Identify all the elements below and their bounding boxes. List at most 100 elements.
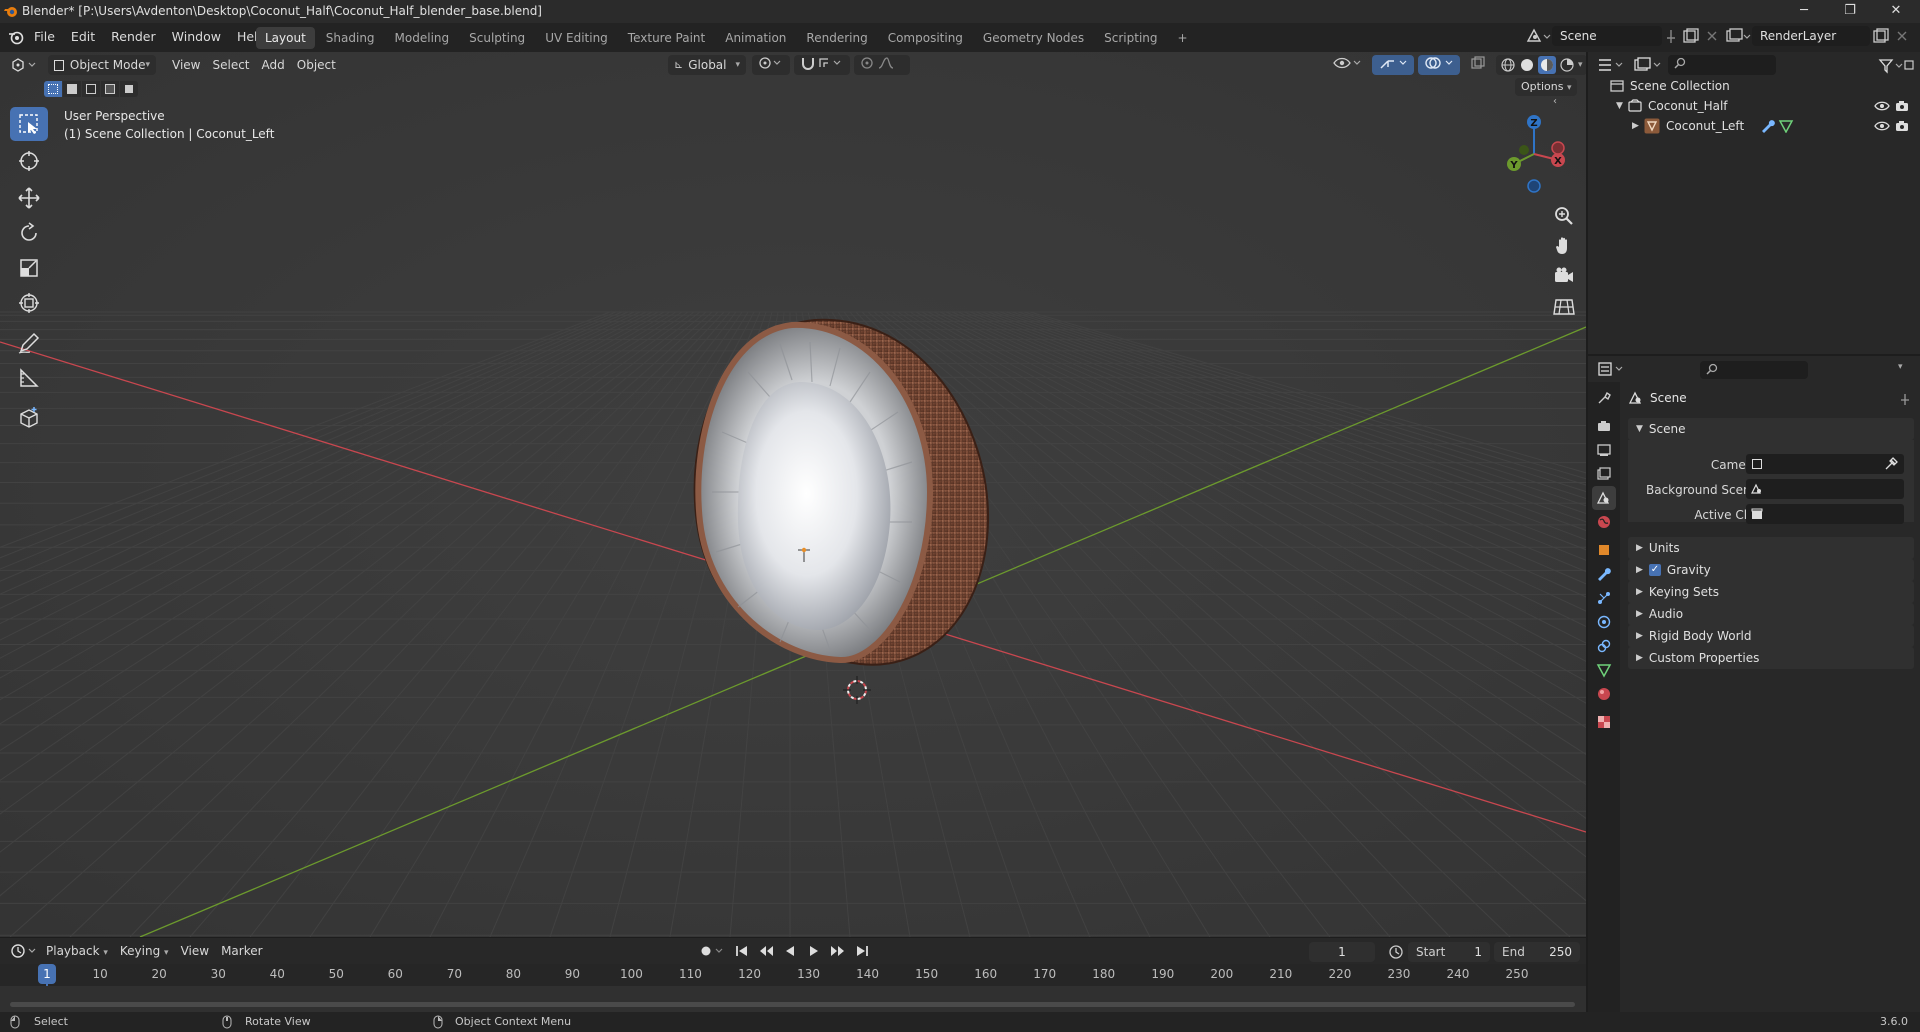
tool-add-cube[interactable] — [10, 401, 48, 435]
outliner-row-coconut-left[interactable]: ▶ Coconut_Left — [1588, 116, 1920, 136]
tab-texture[interactable] — [1592, 710, 1616, 734]
menu-window[interactable]: Window — [164, 26, 229, 48]
tool-select-box[interactable] — [10, 107, 48, 141]
select-invert-button[interactable] — [101, 81, 119, 97]
expand-arrow-icon[interactable]: ▼ — [1616, 101, 1628, 111]
jump-to-keyframe-forward-icon[interactable] — [830, 943, 846, 959]
solid-shading-icon[interactable] — [1519, 57, 1535, 73]
perspective-toggle-icon[interactable] — [1552, 294, 1576, 318]
scene-icon[interactable] — [1524, 26, 1552, 46]
chevron-down-icon[interactable]: ▾ — [1578, 60, 1583, 70]
tool-scale[interactable] — [10, 251, 48, 285]
tab-constraints[interactable] — [1592, 634, 1616, 658]
3d-viewport[interactable]: Object Mode ▾ View Select Add Object ⊾ G… — [0, 52, 1586, 937]
auto-keying-record-icon[interactable] — [698, 943, 726, 959]
pivot-point-button[interactable] — [752, 55, 790, 75]
gizmo-neg-x[interactable] — [1551, 141, 1565, 155]
timeline-menu-playback[interactable]: Playback ▾ — [40, 941, 114, 961]
panel-scene-header[interactable]: ▼ Scene — [1628, 418, 1914, 440]
tab-object[interactable] — [1592, 538, 1616, 562]
viewport-scene[interactable] — [0, 52, 1586, 937]
eyedropper-icon[interactable] — [1884, 457, 1898, 471]
panel-custom-properties-header[interactable]: ▶ Custom Properties — [1628, 647, 1914, 669]
tab-rendering[interactable]: Rendering — [797, 27, 876, 49]
tab-output[interactable] — [1592, 438, 1616, 462]
timeline-menu-keying[interactable]: Keying ▾ — [114, 941, 175, 961]
tab-layout[interactable]: Layout — [256, 27, 315, 49]
timeline-menu-marker[interactable]: Marker — [215, 941, 268, 961]
timeline-menu-view[interactable]: View — [175, 941, 215, 961]
tab-uv-editing[interactable]: UV Editing — [536, 27, 617, 49]
render-camera-icon[interactable] — [1894, 99, 1910, 113]
tab-modifiers[interactable] — [1592, 562, 1616, 586]
tab-geometry-nodes[interactable]: Geometry Nodes — [974, 27, 1093, 49]
add-workspace-button[interactable]: + — [1169, 27, 1197, 49]
editor-type-3d-icon[interactable] — [8, 55, 40, 75]
collapse-arrow-icon[interactable]: ▶ — [1632, 121, 1644, 131]
tab-animation[interactable]: Animation — [716, 27, 795, 49]
current-frame-field[interactable]: 1 — [1309, 942, 1375, 962]
panel-audio-header[interactable]: ▶ Audio — [1628, 603, 1914, 625]
outliner-editor-type-icon[interactable] — [1596, 55, 1626, 75]
play-icon[interactable] — [806, 943, 822, 959]
tool-annotate[interactable] — [10, 326, 48, 360]
proportional-edit-button[interactable] — [854, 55, 910, 75]
select-extend-button[interactable] — [63, 81, 81, 97]
gizmo-toggle-button[interactable] — [1372, 55, 1414, 75]
maximize-button[interactable]: ❐ — [1827, 0, 1873, 23]
select-subtract-button[interactable] — [82, 81, 100, 97]
properties-search-field[interactable] — [1700, 361, 1808, 379]
timeline-scrollbar[interactable] — [10, 1002, 1575, 1007]
tool-transform[interactable] — [10, 286, 48, 320]
camera-field[interactable] — [1746, 454, 1904, 474]
timeline-editor-type-icon[interactable] — [8, 941, 40, 961]
jump-to-end-icon[interactable] — [854, 943, 870, 959]
render-camera-icon[interactable] — [1894, 119, 1910, 133]
zoom-view-icon[interactable] — [1552, 204, 1576, 228]
xray-toggle-button[interactable] — [1464, 55, 1492, 75]
camera-view-icon[interactable] — [1552, 264, 1576, 288]
tool-measure[interactable] — [10, 361, 48, 395]
playhead-frame-indicator[interactable]: 1 — [38, 964, 56, 984]
tab-compositing[interactable]: Compositing — [879, 27, 972, 49]
view-layer-name-field[interactable]: RenderLayer — [1752, 26, 1870, 46]
outliner-row-scene-collection[interactable]: Scene Collection — [1588, 76, 1920, 96]
filter-icon[interactable] — [1878, 58, 1914, 74]
tab-scripting[interactable]: Scripting — [1095, 27, 1166, 49]
chevron-down-icon[interactable]: ▾ — [1898, 362, 1903, 372]
start-frame-field[interactable]: Start 1 — [1408, 942, 1490, 962]
mesh-data-icon[interactable] — [1778, 119, 1794, 133]
remove-scene-icon[interactable] — [1702, 26, 1722, 46]
panel-keying-sets-header[interactable]: ▶ Keying Sets — [1628, 581, 1914, 603]
selectability-visibility-button[interactable] — [1326, 55, 1368, 75]
tab-scene[interactable] — [1592, 486, 1616, 510]
properties-editor-type-icon[interactable] — [1596, 359, 1626, 379]
transform-orientation-selector[interactable]: ⊾ Global ▾ — [668, 55, 746, 75]
tab-view-layer[interactable] — [1592, 462, 1616, 486]
tab-world[interactable] — [1592, 510, 1616, 534]
new-view-layer-icon[interactable] — [1870, 26, 1892, 46]
active-clip-field[interactable] — [1746, 504, 1904, 524]
outliner-row-coconut-half[interactable]: ▼ Coconut_Half — [1588, 96, 1920, 116]
snap-toggle-button[interactable] — [794, 55, 850, 75]
viewport-menu-select[interactable]: Select — [206, 55, 255, 75]
tab-particles[interactable] — [1592, 586, 1616, 610]
gizmo-neg-y[interactable] — [1519, 145, 1529, 155]
menu-file[interactable]: File — [26, 26, 63, 48]
editor-type-selector[interactable] — [8, 55, 40, 75]
pan-hand-icon[interactable] — [1552, 234, 1576, 258]
tab-texture-paint[interactable]: Texture Paint — [619, 27, 714, 49]
gizmo-neg-z[interactable] — [1527, 179, 1541, 193]
wireframe-shading-icon[interactable] — [1500, 57, 1516, 73]
gravity-checkbox[interactable]: ✓ — [1648, 564, 1661, 576]
panel-rigid-body-world-header[interactable]: ▶ Rigid Body World — [1628, 625, 1914, 647]
outliner-search-field[interactable] — [1668, 55, 1776, 75]
tool-move[interactable] — [10, 181, 48, 215]
new-scene-icon[interactable] — [1680, 26, 1702, 46]
end-frame-field[interactable]: End 250 — [1494, 942, 1580, 962]
tab-tool[interactable] — [1592, 386, 1616, 410]
rendered-shading-icon[interactable] — [1559, 57, 1575, 73]
close-button[interactable]: ✕ — [1873, 0, 1919, 23]
viewport-menu-add[interactable]: Add — [256, 55, 291, 75]
jump-to-keyframe-back-icon[interactable] — [758, 943, 774, 959]
